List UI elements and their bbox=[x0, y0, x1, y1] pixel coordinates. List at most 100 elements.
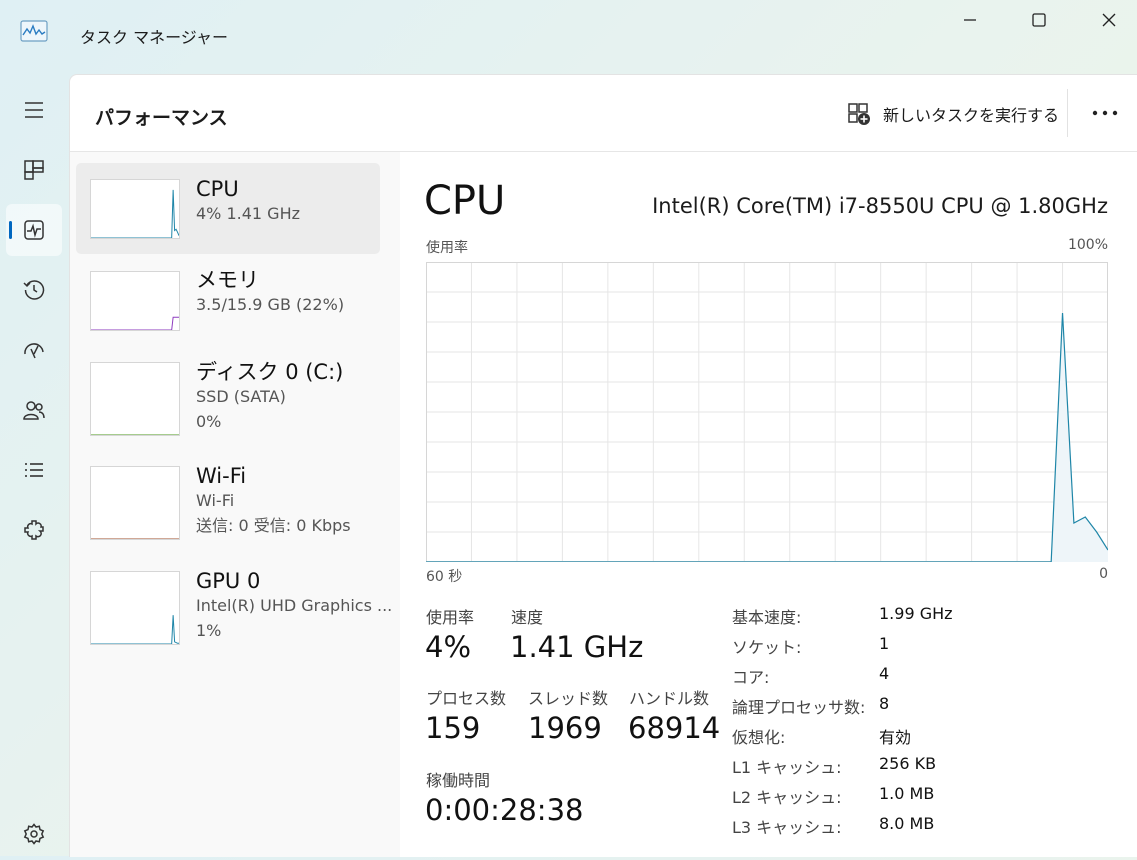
maximize-button[interactable] bbox=[1016, 8, 1062, 32]
minimize-icon bbox=[963, 13, 977, 27]
usage-line bbox=[91, 316, 179, 330]
graph-x-left-label: 60 秒 bbox=[426, 569, 463, 585]
users-icon bbox=[22, 398, 46, 422]
nav-menu-button[interactable] bbox=[6, 84, 62, 136]
new-task-icon bbox=[847, 102, 871, 126]
uptime-label: 稼働時間 bbox=[426, 771, 491, 790]
app-history-icon bbox=[22, 278, 46, 302]
resource-item-memory[interactable]: メモリ 3.5/15.9 GB (22%) bbox=[76, 254, 380, 345]
handles-label: ハンドル数 bbox=[629, 689, 710, 708]
resource-thumbnail-memory bbox=[90, 271, 180, 331]
resource-item-wifi[interactable]: Wi-Fi Wi-Fi 送信: 0 受信: 0 Kbps bbox=[76, 450, 380, 541]
usage-line bbox=[91, 189, 179, 238]
resource-name: メモリ bbox=[196, 268, 259, 292]
spec-key: コア: bbox=[732, 668, 770, 687]
speed-value: 1.41 GHz bbox=[510, 630, 644, 664]
spec-value: 有効 bbox=[879, 728, 912, 747]
resource-thumbnail-disk bbox=[90, 362, 180, 436]
resource-detail: 送信: 0 受信: 0 Kbps bbox=[196, 516, 351, 535]
more-options-button[interactable] bbox=[1082, 97, 1128, 129]
cpu-detail-pane: CPU Intel(R) Core(TM) i7-8550U CPU @ 1.8… bbox=[400, 152, 1137, 857]
nav-item-processes[interactable] bbox=[6, 144, 62, 196]
performance-icon bbox=[22, 218, 46, 242]
usage-area bbox=[426, 313, 1108, 562]
spec-value: 8 bbox=[879, 694, 890, 713]
resource-thumbnail-cpu bbox=[90, 179, 180, 239]
spec-value: 1 bbox=[879, 634, 890, 653]
navigation-rail bbox=[0, 80, 68, 856]
resource-detail: SSD (SATA) bbox=[196, 387, 286, 406]
spec-value: 256 KB bbox=[879, 754, 937, 773]
resource-detail: Wi-Fi bbox=[196, 491, 235, 510]
nav-item-settings[interactable] bbox=[6, 808, 62, 860]
usage-value: 4% bbox=[425, 630, 472, 664]
hamburger-icon bbox=[22, 98, 46, 122]
resource-thumbnail-wifi bbox=[90, 466, 180, 540]
usage-line bbox=[91, 615, 179, 644]
graph-x-right-label: 0 bbox=[1099, 566, 1108, 582]
startup-apps-icon bbox=[22, 338, 46, 362]
run-new-task-label: 新しいタスクを実行する bbox=[883, 106, 1060, 125]
resource-name: ディスク 0 (C:) bbox=[196, 360, 344, 384]
cpu-model-name: Intel(R) Core(TM) i7-8550U CPU @ 1.80GHz bbox=[652, 194, 1108, 218]
page-title: パフォーマンス bbox=[95, 107, 228, 129]
resource-list: CPU 4% 1.41 GHz メモリ 3.5/15.9 GB (22%) ディ… bbox=[70, 152, 392, 857]
nav-selection-indicator bbox=[9, 221, 12, 239]
page-header: パフォーマンス 新しいタスクを実行する bbox=[70, 75, 1137, 152]
spec-key: L1 キャッシュ: bbox=[732, 758, 842, 777]
nav-item-app-history[interactable] bbox=[6, 264, 62, 316]
minimize-button[interactable] bbox=[947, 8, 993, 32]
spec-value: 1.99 GHz bbox=[879, 604, 953, 623]
close-button[interactable] bbox=[1086, 8, 1132, 32]
spec-value: 1.0 MB bbox=[879, 784, 935, 803]
close-icon bbox=[1101, 12, 1117, 28]
main-panel: パフォーマンス 新しいタスクを実行する CPU 4% 1.41 GHz メモリ … bbox=[69, 74, 1137, 857]
detail-title: CPU bbox=[424, 178, 506, 224]
resource-detail: 1% bbox=[196, 621, 222, 640]
graph-y-label: 使用率 bbox=[426, 240, 468, 256]
resource-name: Wi-Fi bbox=[196, 464, 247, 488]
resource-detail: 4% 1.41 GHz bbox=[196, 204, 301, 223]
nav-item-users[interactable] bbox=[6, 384, 62, 436]
task-manager-app-icon bbox=[20, 20, 48, 42]
header-divider bbox=[1067, 89, 1068, 137]
resource-name: CPU bbox=[196, 177, 239, 201]
processes-value: 159 bbox=[425, 711, 481, 745]
processes-label: プロセス数 bbox=[426, 689, 507, 708]
details-icon bbox=[22, 458, 46, 482]
spec-key: 基本速度: bbox=[732, 608, 802, 627]
title-bar: タスク マネージャー bbox=[0, 0, 1137, 70]
spec-key: L3 キャッシュ: bbox=[732, 818, 842, 837]
nav-item-services[interactable] bbox=[6, 504, 62, 556]
resource-detail: 3.5/15.9 GB (22%) bbox=[196, 295, 345, 314]
window-title: タスク マネージャー bbox=[80, 28, 228, 47]
resource-item-disk[interactable]: ディスク 0 (C:) SSD (SATA) 0% bbox=[76, 346, 380, 437]
handles-value: 68914 bbox=[628, 711, 721, 745]
usage-label: 使用率 bbox=[426, 608, 475, 627]
spec-key: L2 キャッシュ: bbox=[732, 788, 842, 807]
nav-item-details[interactable] bbox=[6, 444, 62, 496]
resource-item-cpu[interactable]: CPU 4% 1.41 GHz bbox=[76, 163, 380, 254]
spec-key: 論理プロセッサ数: bbox=[732, 698, 866, 717]
processes-icon bbox=[22, 158, 46, 182]
threads-value: 1969 bbox=[528, 711, 602, 745]
uptime-value: 0:00:28:38 bbox=[425, 793, 584, 827]
nav-item-startup-apps[interactable] bbox=[6, 324, 62, 376]
run-new-task-button[interactable]: 新しいタスクを実行する bbox=[847, 99, 1059, 129]
cpu-usage-graph bbox=[426, 262, 1108, 562]
nav-item-performance[interactable] bbox=[6, 204, 62, 256]
resource-name: GPU 0 bbox=[196, 569, 261, 593]
resource-thumbnail-gpu bbox=[90, 571, 180, 645]
speed-label: 速度 bbox=[511, 608, 544, 627]
resource-detail: Intel(R) UHD Graphics ... bbox=[196, 596, 393, 615]
resource-item-gpu[interactable]: GPU 0 Intel(R) UHD Graphics ... 1% bbox=[76, 555, 392, 646]
spec-value: 8.0 MB bbox=[879, 814, 935, 833]
maximize-icon bbox=[1032, 13, 1046, 27]
more-options-icon bbox=[1092, 110, 1118, 116]
resource-detail: 0% bbox=[196, 412, 222, 431]
threads-label: スレッド数 bbox=[528, 689, 609, 708]
settings-icon bbox=[22, 822, 46, 846]
services-icon bbox=[22, 518, 46, 542]
graph-y-max-label: 100% bbox=[1067, 237, 1108, 253]
spec-key: ソケット: bbox=[732, 638, 802, 657]
